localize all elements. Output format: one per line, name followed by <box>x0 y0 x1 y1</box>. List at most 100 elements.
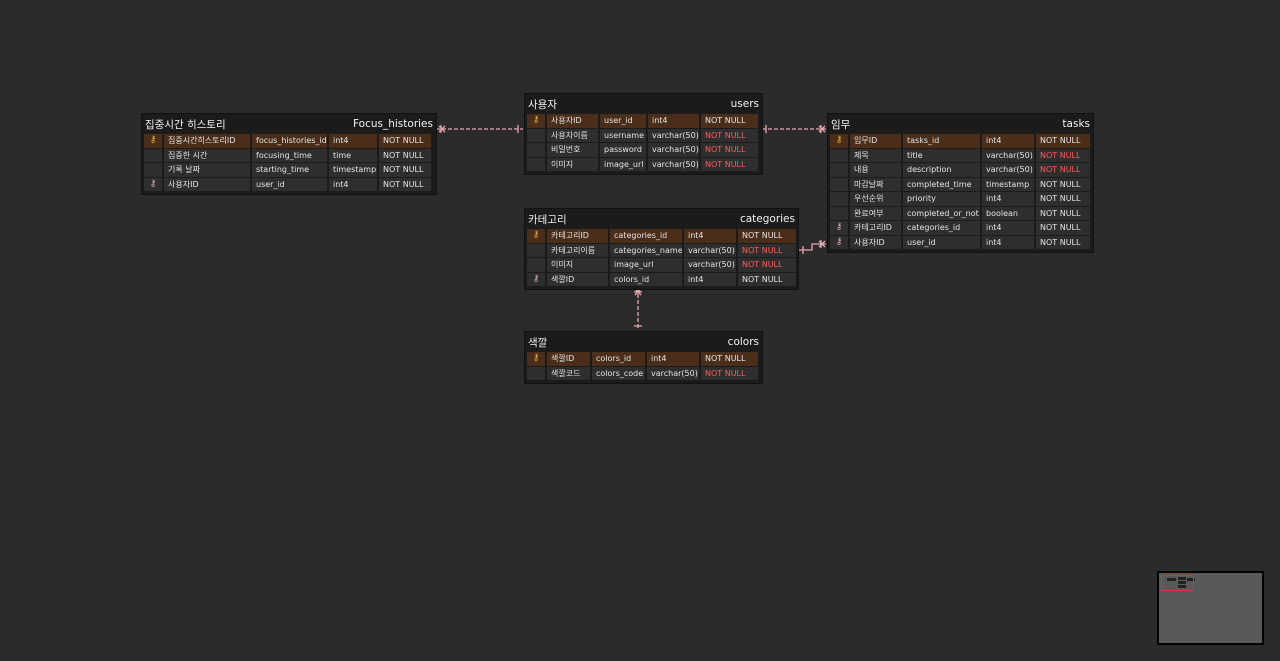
column-constraint: NOT NULL <box>701 114 758 129</box>
column-logical-name: 이미지 <box>547 157 600 172</box>
column-row[interactable]: ⚷ 카테고리ID categories_id int4 NOT NULL <box>527 229 796 244</box>
key-cell <box>527 243 547 258</box>
entity-header: 사용자 users <box>525 94 762 114</box>
column-row[interactable]: 사용자이름 username varchar(50) NOT NULL <box>527 128 760 143</box>
entity-tasks[interactable]: 임무 tasks ⚷ 임무ID tasks_id int4 NOT NULL 제목 titl… <box>827 113 1094 253</box>
column-logical-name: 카테고리ID <box>850 221 903 236</box>
column-physical-name: colors_id <box>610 272 684 287</box>
column-row[interactable]: ⚷ 사용자ID user_id int4 NOT NULL <box>527 114 760 129</box>
column-physical-name: description <box>903 163 982 178</box>
column-type: int4 <box>982 221 1036 236</box>
column-constraint: NOT NULL <box>379 177 431 192</box>
column-physical-name: completed_time <box>903 177 982 192</box>
column-type: int4 <box>684 229 738 244</box>
entity-users[interactable]: 사용자 users ⚷ 사용자ID user_id int4 NOT NULL 사용자이름… <box>524 93 763 175</box>
column-row[interactable]: ⚷ 집중시간히스토리ID focus_histories_id int4 NOT NUL… <box>144 134 434 149</box>
column-constraint: NOT NULL <box>701 157 758 172</box>
column-type: varchar(50) <box>647 366 701 381</box>
column-physical-name: tasks_id <box>903 134 982 149</box>
column-physical-name: colors_id <box>592 352 647 367</box>
column-row[interactable]: 이미지 image_url varchar(50) NOT NULL <box>527 157 760 172</box>
column-row[interactable]: 내용 description varchar(50) NOT NULL <box>830 163 1091 178</box>
entity-focus-histories[interactable]: 집중시간 히스토리 Focus_histories ⚷ 집중시간히스토리ID foc… <box>141 113 437 195</box>
column-type: int4 <box>648 114 701 129</box>
column-constraint: NOT NULL <box>1036 134 1090 149</box>
key-cell <box>144 148 164 163</box>
column-logical-name: 임무ID <box>850 134 903 149</box>
column-constraint: NOT NULL <box>701 128 758 143</box>
entity-categories[interactable]: 카테고리 categories ⚷ 카테고리ID categories_id int4… <box>524 208 799 290</box>
entity-header: 색깔 colors <box>525 332 762 352</box>
column-type: varchar(50) <box>648 157 701 172</box>
column-constraint: NOT NULL <box>1036 206 1090 221</box>
column-physical-name: colors_code <box>592 366 647 381</box>
column-logical-name: 카테고리이름 <box>547 243 610 258</box>
column-row[interactable]: 이미지 image_url varchar(50) NOT NULL <box>527 258 796 273</box>
column-physical-name: focusing_time <box>252 148 329 163</box>
column-row[interactable]: 마감날짜 completed_time timestamp NOT NULL <box>830 177 1091 192</box>
column-constraint: NOT NULL <box>701 143 758 158</box>
column-constraint: NOT NULL <box>738 258 796 273</box>
key-cell <box>830 163 850 178</box>
column-physical-name: username <box>600 128 648 143</box>
minimap[interactable] <box>1157 571 1264 645</box>
column-row[interactable]: ⚷ 카테고리ID categories_id int4 NOT NULL <box>830 221 1091 236</box>
key-cell <box>527 143 547 158</box>
column-constraint: NOT NULL <box>379 134 431 149</box>
key-icon: ⚷ <box>149 135 157 146</box>
column-logical-name: 사용자ID <box>164 177 252 192</box>
column-type: boolean <box>982 206 1036 221</box>
column-constraint: NOT NULL <box>701 352 758 367</box>
column-type: int4 <box>329 177 379 192</box>
key-cell <box>830 206 850 221</box>
entity-title-en: colors <box>727 336 759 348</box>
column-logical-name: 집중한 시간 <box>164 148 252 163</box>
column-row[interactable]: 비밀번호 password varchar(50) NOT NULL <box>527 143 760 158</box>
column-logical-name: 색깔코드 <box>547 366 592 381</box>
column-type: varchar(50) <box>648 128 701 143</box>
key-cell: ⚷ <box>527 352 547 367</box>
column-physical-name: image_url <box>610 258 684 273</box>
column-row[interactable]: ⚷ 임무ID tasks_id int4 NOT NULL <box>830 134 1091 149</box>
key-cell <box>527 258 547 273</box>
entity-title-ko: 카테고리 <box>528 213 567 226</box>
key-cell <box>527 157 547 172</box>
column-logical-name: 내용 <box>850 163 903 178</box>
foreign-key-icon: ⚷ <box>532 273 540 284</box>
entity-header: 임무 tasks <box>828 114 1093 134</box>
entity-colors[interactable]: 색깔 colors ⚷ 색깔ID colors_id int4 NOT NULL 색깔코드… <box>524 331 763 384</box>
key-cell: ⚷ <box>144 177 164 192</box>
column-row[interactable]: ⚷ 색깔ID colors_id int4 NOT NULL <box>527 352 760 367</box>
column-type: varchar(50) <box>982 148 1036 163</box>
column-row[interactable]: ⚷ 색깔ID colors_id int4 NOT NULL <box>527 272 796 287</box>
column-row[interactable]: 완료여부 completed_or_not boolean NOT NULL <box>830 206 1091 221</box>
key-cell <box>830 192 850 207</box>
column-row[interactable]: 우선순위 priority int4 NOT NULL <box>830 192 1091 207</box>
column-physical-name: completed_or_not <box>903 206 982 221</box>
erd-canvas[interactable]: 집중시간 히스토리 Focus_histories ⚷ 집중시간히스토리ID foc… <box>0 0 1280 661</box>
column-list: ⚷ 색깔ID colors_id int4 NOT NULL 색깔코드 colors_cod… <box>525 352 762 383</box>
column-row[interactable]: 기록 날짜 starting_time timestamp NOT NULL <box>144 163 434 178</box>
column-type: int4 <box>982 134 1036 149</box>
foreign-key-icon: ⚷ <box>835 222 843 233</box>
key-cell <box>527 366 547 381</box>
column-physical-name: user_id <box>600 114 648 129</box>
column-row[interactable]: ⚷ 사용자ID user_id int4 NOT NULL <box>830 235 1091 250</box>
column-row[interactable]: 색깔코드 colors_code varchar(50) NOT NULL <box>527 366 760 381</box>
column-row[interactable]: ⚷ 사용자ID user_id int4 NOT NULL <box>144 177 434 192</box>
column-constraint: NOT NULL <box>1036 177 1090 192</box>
column-row[interactable]: 제목 title varchar(50) NOT NULL <box>830 148 1091 163</box>
key-cell: ⚷ <box>830 221 850 236</box>
entity-title-en: users <box>730 98 759 110</box>
column-physical-name: focus_histories_id <box>252 134 329 149</box>
key-cell <box>830 148 850 163</box>
minimap-viewport[interactable] <box>1161 575 1194 591</box>
column-row[interactable]: 카테고리이름 categories_name varchar(50) NOT NULL <box>527 243 796 258</box>
column-row[interactable]: 집중한 시간 focusing_time time NOT NULL <box>144 148 434 163</box>
entity-title-ko: 임무 <box>831 118 851 131</box>
column-physical-name: categories_id <box>903 221 982 236</box>
key-cell: ⚷ <box>527 272 547 287</box>
key-cell: ⚷ <box>527 114 547 129</box>
column-type: timestamp <box>982 177 1036 192</box>
foreign-key-icon: ⚷ <box>149 178 157 189</box>
